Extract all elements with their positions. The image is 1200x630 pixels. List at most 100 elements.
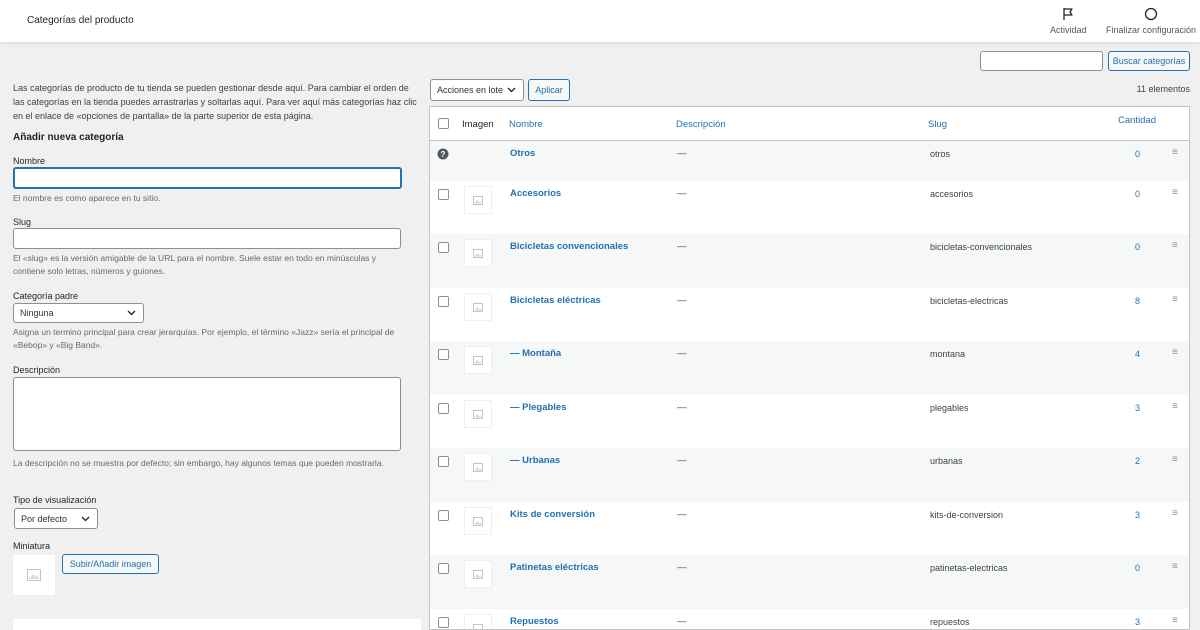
select-all-checkbox[interactable]: [438, 118, 449, 129]
name-field[interactable]: [13, 167, 402, 189]
category-thumbnail: [464, 239, 492, 267]
category-slug: bicicletas-electricas: [930, 296, 1009, 306]
image-placeholder-icon: [27, 569, 41, 581]
category-name-link[interactable]: Repuestos: [510, 616, 559, 627]
display-type-label: Tipo de visualización: [13, 495, 97, 505]
row-checkbox[interactable]: [438, 563, 449, 574]
category-thumbnail: [464, 614, 492, 629]
search-categories-button[interactable]: Buscar categorías: [1108, 51, 1190, 71]
slug-label: Slug: [13, 217, 32, 227]
table-header: Imagen Nombre Descripción Slug Cantidad: [430, 107, 1189, 141]
category-thumbnail: [464, 400, 492, 428]
upload-image-button[interactable]: Subir/Añadir imagen: [62, 554, 159, 574]
row-checkbox[interactable]: [438, 456, 449, 467]
column-image: Imagen: [462, 119, 494, 130]
description-help: La descripción no se muestra por defecto…: [13, 458, 384, 468]
column-description[interactable]: Descripción: [676, 119, 726, 130]
category-name-link[interactable]: Bicicletas convencionales: [510, 241, 628, 252]
category-thumbnail: [464, 453, 492, 481]
category-name-link[interactable]: Bicicletas eléctricas: [510, 295, 601, 306]
category-name-link[interactable]: Kits de conversión: [510, 509, 595, 520]
category-count-link[interactable]: 8: [1120, 296, 1140, 306]
description-textarea[interactable]: [13, 377, 401, 451]
name-help: El nombre es como aparece en tu sitio.: [13, 193, 161, 203]
drag-handle-icon[interactable]: ≡: [1172, 508, 1178, 519]
category-count-link[interactable]: 3: [1120, 403, 1140, 413]
category-name-link[interactable]: Patinetas eléctricas: [510, 562, 599, 573]
category-name-link[interactable]: — Montaña: [510, 348, 561, 359]
category-count-link[interactable]: 4: [1120, 349, 1140, 359]
finish-setup-button[interactable]: Finalizar configuración: [1106, 7, 1196, 35]
activity-button[interactable]: Actividad: [1050, 7, 1087, 35]
category-description: —: [677, 562, 687, 573]
parent-category-help: Asigna un termino principal para crear j…: [13, 327, 395, 350]
category-slug: patinetas-electricas: [930, 563, 1008, 573]
category-name-link[interactable]: Otros: [510, 148, 535, 159]
column-name[interactable]: Nombre: [509, 119, 543, 130]
row-checkbox[interactable]: [438, 296, 449, 307]
table-row: Bicicletas eléctricas — bicicletas-elect…: [430, 288, 1189, 341]
category-description: —: [677, 148, 687, 159]
category-name-link[interactable]: — Urbanas: [510, 455, 560, 466]
table-row: ? Otros — otros 0 ≡: [430, 141, 1189, 181]
drag-handle-icon[interactable]: ≡: [1172, 561, 1178, 572]
drag-handle-icon[interactable]: ≡: [1172, 147, 1178, 158]
drag-handle-icon[interactable]: ≡: [1172, 240, 1178, 251]
display-type-select[interactable]: Por defecto: [14, 508, 98, 529]
image-placeholder-icon: [473, 302, 483, 312]
category-thumbnail: [464, 293, 492, 321]
category-description: —: [677, 509, 687, 520]
category-name-link[interactable]: — Plegables: [510, 402, 567, 413]
category-name-link[interactable]: Accesorios: [510, 188, 561, 199]
bulk-actions-select[interactable]: Acciones en lote: [430, 79, 524, 101]
category-count-link[interactable]: 0: [1120, 189, 1140, 199]
row-checkbox[interactable]: [438, 617, 449, 628]
chevron-down-icon: [81, 516, 90, 521]
page-title: Categorías del producto: [27, 15, 134, 26]
add-category-heading: Añadir nueva categoría: [13, 132, 124, 143]
drag-handle-icon[interactable]: ≡: [1172, 401, 1178, 412]
category-count-link[interactable]: 0: [1120, 242, 1140, 252]
row-checkbox[interactable]: [438, 189, 449, 200]
apply-button[interactable]: Aplicar: [528, 79, 570, 101]
category-description: —: [677, 402, 687, 413]
slug-field[interactable]: [13, 228, 401, 249]
category-slug: montana: [930, 349, 966, 359]
category-count-link[interactable]: 0: [1120, 149, 1140, 159]
parent-category-select[interactable]: Ninguna: [13, 303, 144, 323]
category-count-link[interactable]: 3: [1120, 617, 1140, 627]
image-placeholder-icon: [473, 623, 483, 629]
help-icon[interactable]: ?: [437, 148, 449, 160]
categories-table: Imagen Nombre Descripción Slug Cantidad …: [429, 106, 1190, 630]
finish-setup-label: Finalizar configuración: [1106, 25, 1197, 35]
category-slug: kits-de-conversion: [930, 510, 1004, 520]
item-count: 11 elementos: [1136, 84, 1190, 94]
chevron-down-icon: [127, 310, 136, 316]
bulk-actions-value: Acciones en lote: [437, 85, 504, 95]
intro-text: Las categorías de producto de tu tienda …: [13, 83, 417, 121]
column-count[interactable]: Cantidad: [1118, 115, 1156, 126]
row-checkbox[interactable]: [438, 242, 449, 253]
table-row: — Plegables — plegables 3 ≡: [430, 395, 1189, 448]
row-checkbox[interactable]: [438, 510, 449, 521]
slug-help: El «slug» es la versión amigable de la U…: [13, 253, 377, 276]
top-bar: Categorías del producto Actividad Finali…: [0, 0, 1200, 42]
category-count-link[interactable]: 0: [1120, 563, 1140, 573]
drag-handle-icon[interactable]: ≡: [1172, 615, 1178, 626]
category-count-link[interactable]: 2: [1120, 456, 1140, 466]
drag-handle-icon[interactable]: ≡: [1172, 294, 1178, 305]
drag-handle-icon[interactable]: ≡: [1172, 187, 1178, 198]
category-count-link[interactable]: 3: [1120, 510, 1140, 520]
drag-handle-icon[interactable]: ≡: [1172, 454, 1178, 465]
category-thumbnail: [464, 186, 492, 214]
drag-handle-icon[interactable]: ≡: [1172, 347, 1178, 358]
search-categories-input[interactable]: [980, 51, 1103, 71]
table-row: — Urbanas — urbanas 2 ≡: [430, 448, 1189, 502]
parent-category-label: Categoría padre: [13, 291, 79, 301]
table-row: Accesorios — accesorios 0 ≡: [430, 181, 1189, 234]
thumbnail-label: Miniatura: [13, 541, 51, 551]
row-checkbox[interactable]: [438, 349, 449, 360]
category-slug: repuestos: [930, 617, 970, 627]
column-slug[interactable]: Slug: [928, 119, 947, 130]
row-checkbox[interactable]: [438, 403, 449, 414]
